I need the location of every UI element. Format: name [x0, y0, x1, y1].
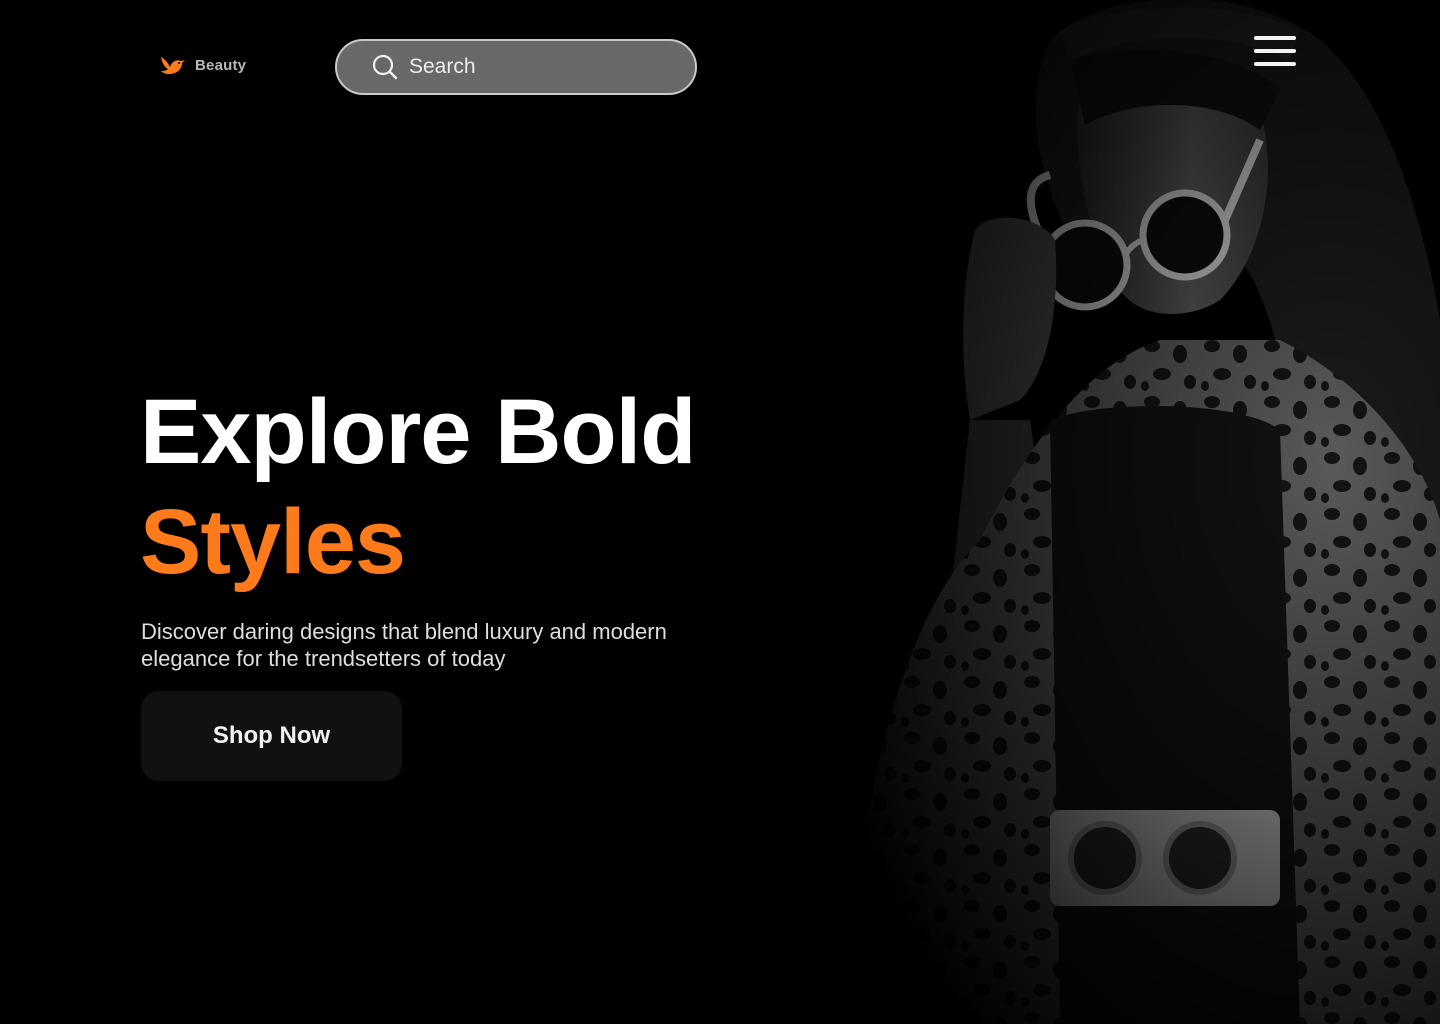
search-bar[interactable]: [335, 39, 697, 95]
search-icon[interactable]: [371, 53, 399, 81]
bird-icon: [161, 57, 185, 74]
search-input[interactable]: [409, 55, 679, 79]
shop-now-button[interactable]: Shop Now: [141, 691, 402, 781]
brand-logo[interactable]: Beauty: [159, 53, 246, 77]
hero-title: Explore Bold Styles: [140, 377, 696, 597]
menu-line-top: [1254, 36, 1296, 40]
hero-title-line1: Explore Bold: [140, 381, 696, 483]
hamburger-menu-icon[interactable]: [1254, 36, 1296, 66]
menu-line-bottom: [1254, 62, 1296, 66]
hero-description: Discover daring designs that blend luxur…: [141, 619, 667, 671]
hero-title-highlight: Styles: [140, 491, 406, 593]
menu-line-middle: [1254, 49, 1296, 53]
hero-model-photo: [720, 0, 1440, 1024]
brand-name: Beauty: [195, 56, 247, 74]
